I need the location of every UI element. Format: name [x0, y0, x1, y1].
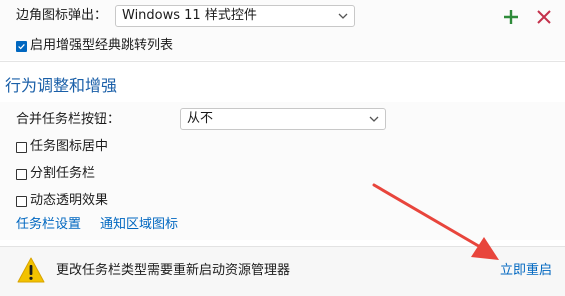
checkbox-checked-icon [16, 40, 27, 52]
dynamic-transparency-label: 动态透明效果 [30, 193, 109, 208]
section-title: 行为调整和增强 [5, 76, 118, 95]
chevron-down-icon [338, 13, 348, 19]
checkbox-unchecked-icon [16, 168, 27, 180]
corner-icon-label: 边角图标弹出： [16, 8, 108, 23]
split-taskbar-label: 分割任务栏 [30, 166, 96, 181]
enhanced-jumplist-checkbox[interactable]: 启用增强型经典跳转列表 [16, 37, 173, 55]
dynamic-transparency-checkbox[interactable]: 动态透明效果 [16, 192, 108, 210]
checkbox-unchecked-icon [16, 141, 27, 153]
annotation-arrow [372, 183, 499, 260]
center-icons-checkbox[interactable]: 任务图标居中 [16, 138, 108, 156]
split-taskbar-checkbox[interactable]: 分割任务栏 [16, 165, 95, 183]
combine-buttons-label: 合并任务栏按钮： [16, 112, 121, 127]
chevron-down-icon [369, 116, 379, 122]
taskbar-settings-link[interactable]: 任务栏设置 [16, 216, 81, 234]
checkbox-unchecked-icon [16, 195, 27, 207]
combine-buttons-select[interactable]: 从不 [180, 108, 386, 130]
tray-icons-link[interactable]: 通知区域图标 [100, 216, 178, 234]
divider [0, 61, 565, 62]
corner-icon-select[interactable]: Windows 11 样式控件 [115, 5, 355, 27]
enhanced-jumplist-label: 启用增强型经典跳转列表 [30, 38, 174, 53]
notice-message: 更改任务栏类型需要重新启动资源管理器 [56, 263, 291, 278]
combine-buttons-select-value: 从不 [187, 111, 214, 126]
corner-icon-select-value: Windows 11 样式控件 [122, 8, 257, 23]
plus-icon[interactable] [502, 8, 520, 26]
close-icon[interactable] [536, 9, 552, 25]
warning-icon [17, 257, 45, 283]
center-icons-label: 任务图标居中 [30, 139, 109, 154]
